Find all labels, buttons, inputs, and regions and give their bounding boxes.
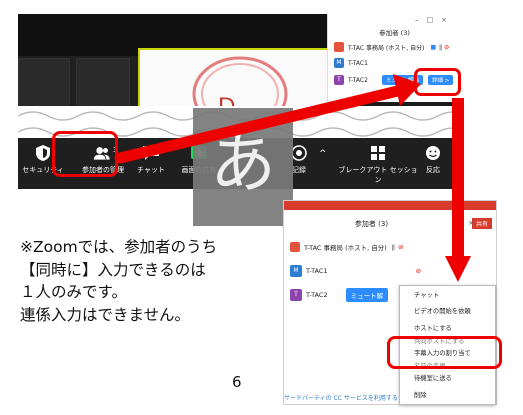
note-text: ※Zoomでは、参加者のうち 【同時に】入力できるのは １人のみです。 連係入力… [20, 236, 270, 326]
note-line: 連係入力はできません。 [20, 305, 191, 324]
note-line: ※Zoomでは、参加者のうち [20, 238, 218, 256]
annotation-arrows [114, 74, 471, 282]
note-line: １人のみです。 [20, 283, 127, 301]
note-line: 【同時に】入力できるのは [20, 260, 206, 279]
page-number: 6 [232, 373, 242, 391]
